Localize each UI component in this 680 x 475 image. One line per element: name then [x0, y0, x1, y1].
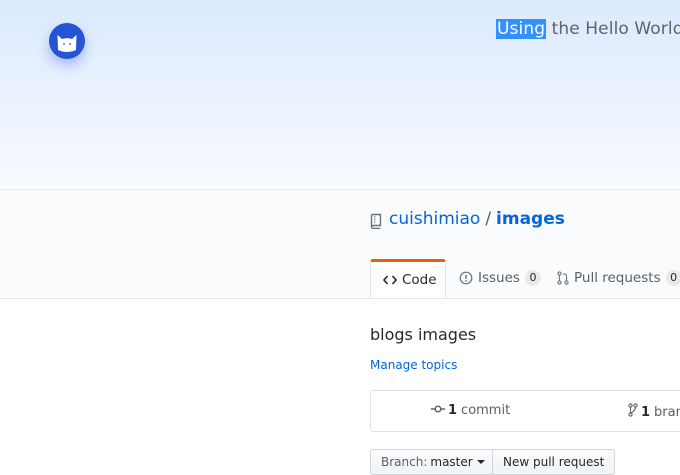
- tab-issues-label: Issues: [478, 270, 520, 286]
- pull-request-icon: [557, 271, 569, 285]
- commit-icon: [431, 403, 445, 418]
- commits-label: commit: [461, 403, 511, 418]
- pull-requests-count-badge: 0: [665, 270, 680, 286]
- banner-rest: the Hello World g: [551, 19, 680, 39]
- branch-prefix: Branch:: [381, 455, 428, 469]
- branch-select-button[interactable]: Branch: master: [370, 449, 496, 475]
- branch-icon: [628, 403, 638, 421]
- tab-issues[interactable]: Issues 0: [459, 259, 541, 297]
- repo-title: cuishimiao / images: [389, 209, 565, 229]
- tab-code[interactable]: Code: [370, 259, 446, 298]
- code-icon: [383, 274, 397, 286]
- cat-icon: [57, 35, 77, 52]
- selected-text: Using: [496, 19, 547, 39]
- branches-count: 1: [641, 404, 651, 420]
- repo-owner-link[interactable]: cuishimiao: [389, 209, 480, 229]
- branch-value: master: [430, 455, 473, 469]
- repo-name-link[interactable]: images: [496, 209, 565, 229]
- tab-pull-requests-label: Pull requests: [574, 270, 661, 286]
- tab-pull-requests[interactable]: Pull requests 0: [557, 259, 680, 297]
- commits-count: 1: [448, 403, 458, 418]
- repo-separator: /: [485, 209, 492, 229]
- branches-label: bran: [654, 404, 680, 420]
- new-pull-request-button[interactable]: New pull request: [492, 449, 616, 475]
- tab-code-label: Code: [402, 271, 437, 288]
- dropdown-caret-icon: [476, 460, 485, 464]
- issue-icon: [459, 271, 473, 285]
- issues-count-badge: 0: [524, 270, 541, 286]
- numbers-summary: 1 commit 1 bran: [370, 390, 680, 432]
- manage-topics-link[interactable]: Manage topics: [370, 358, 457, 372]
- repo-description: blogs images: [370, 325, 477, 344]
- avatar[interactable]: [49, 23, 85, 59]
- branches-link[interactable]: 1 bran: [628, 403, 680, 421]
- repo-icon: [370, 213, 382, 229]
- banner-text: Using the Hello World g: [496, 19, 680, 39]
- commits-link[interactable]: 1 commit: [431, 403, 510, 418]
